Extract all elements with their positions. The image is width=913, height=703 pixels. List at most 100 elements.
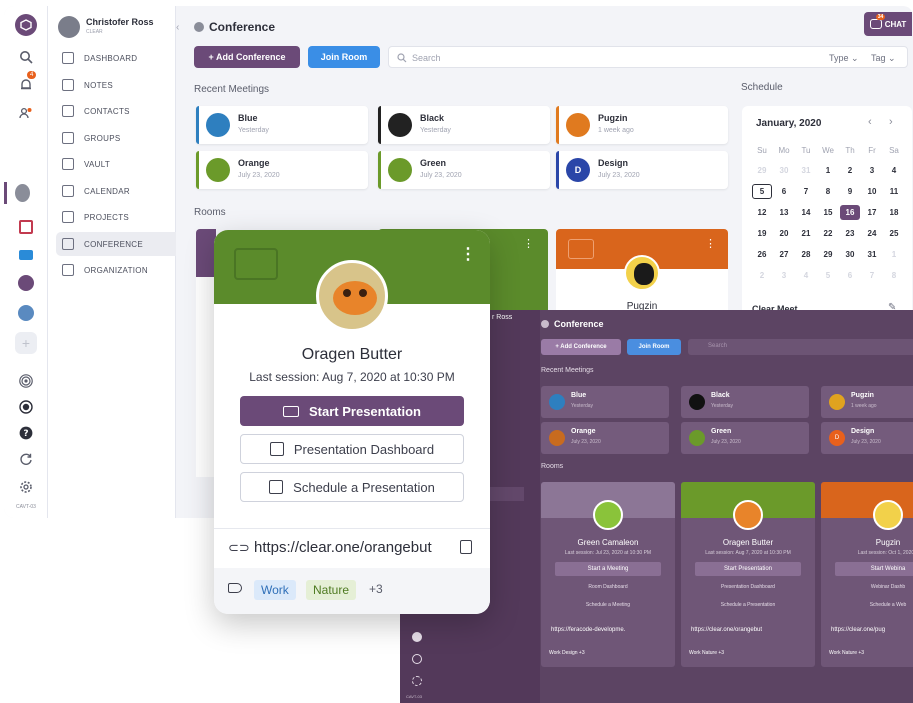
room-more-icon[interactable]: ⋮ — [523, 237, 534, 250]
dark-meeting-card[interactable]: D Design July 23, 2020 — [821, 422, 913, 454]
calendar-day[interactable]: 3 — [774, 271, 794, 280]
schedule-presentation-button[interactable]: Schedule a Presentation — [240, 472, 464, 502]
calendar-day[interactable]: 6 — [840, 271, 860, 280]
search-icon[interactable] — [15, 46, 37, 68]
tag-filter[interactable]: Tag ⌄ — [871, 53, 896, 64]
dark-room-card[interactable]: Green Camaleon Last session: Jul 23, 2020… — [541, 482, 675, 667]
dark-meeting-card[interactable]: Blue Yesterday — [541, 386, 669, 418]
dark-room-action-button[interactable]: Start Presentation — [695, 562, 801, 576]
calendar-day[interactable]: 23 — [840, 229, 860, 238]
sidebar-item-groups[interactable]: GROUPS — [56, 126, 176, 150]
dark-room-action-button[interactable]: Start a Meeting — [555, 562, 661, 576]
calendar-day[interactable]: 17 — [862, 208, 882, 217]
calendar-next-chevron-icon[interactable]: › — [889, 116, 893, 128]
presentation-dashboard-button[interactable]: Presentation Dashboard — [240, 434, 464, 464]
tag-work[interactable]: Work — [254, 580, 296, 600]
calendar-day[interactable]: 31 — [796, 166, 816, 175]
record-icon[interactable] — [15, 396, 37, 418]
dark-meeting-card[interactable]: Black Yesterday — [681, 386, 809, 418]
settings-gear-icon[interactable] — [15, 476, 37, 498]
search-bar[interactable]: Search Type ⌄ Tag ⌄ — [388, 46, 908, 68]
calendar-day[interactable]: 5 — [752, 184, 772, 199]
calendar-day[interactable]: 30 — [774, 166, 794, 175]
calendar-day[interactable]: 26 — [752, 250, 772, 259]
people-icon[interactable] — [15, 102, 37, 124]
calendar-day[interactable]: 4 — [884, 166, 904, 175]
recent-meeting-card[interactable]: Orange July 23, 2020 — [196, 151, 368, 189]
calendar-day[interactable]: 19 — [752, 229, 772, 238]
recent-meeting-card[interactable]: Green July 23, 2020 — [378, 151, 550, 189]
calendar-day[interactable]: 24 — [862, 229, 882, 238]
room-card-pugzin[interactable]: ⋮ Pugzin — [556, 229, 728, 315]
rail-app-4-icon[interactable] — [15, 302, 37, 324]
join-room-button[interactable]: Join Room — [308, 46, 380, 68]
calendar-day[interactable]: 2 — [840, 166, 860, 175]
calendar-day[interactable]: 18 — [884, 208, 904, 217]
dark-room-card[interactable]: Oragen Butter Last session: Aug 7, 2020 a… — [681, 482, 815, 667]
dark-room-schedule-link[interactable]: Schedule a Web — [821, 602, 913, 608]
sidebar-item-organization[interactable]: ORGANIZATION — [56, 258, 176, 282]
dark-room-action-button[interactable]: Start Webina — [835, 562, 913, 576]
rail-app-2-icon[interactable] — [15, 244, 37, 266]
rail-avatar[interactable] — [4, 182, 30, 204]
calendar-day[interactable]: 3 — [862, 166, 882, 175]
type-filter[interactable]: Type ⌄ — [829, 53, 859, 64]
calendar-day[interactable]: 1 — [818, 166, 838, 175]
notifications-icon[interactable]: 4 — [15, 71, 37, 96]
calendar-prev-chevron-icon[interactable]: ‹ — [868, 116, 872, 128]
broadcast-icon[interactable] — [15, 370, 37, 392]
calendar-day[interactable]: 7 — [862, 271, 882, 280]
dark-room-schedule-link[interactable]: Schedule a Meeting — [541, 602, 675, 608]
calendar-day[interactable]: 28 — [796, 250, 816, 259]
tag-nature[interactable]: Nature — [306, 580, 357, 600]
refresh-icon[interactable] — [15, 448, 37, 470]
dark-help-icon[interactable] — [412, 632, 422, 642]
dark-settings-icon[interactable] — [412, 676, 422, 686]
help-icon[interactable]: ? — [15, 422, 37, 444]
dark-room-card[interactable]: Pugzin Last session: Oct 1, 2020 a Start W… — [821, 482, 913, 667]
room-url[interactable]: https://clear.one/orangebut — [254, 539, 432, 556]
user-avatar[interactable] — [58, 16, 80, 38]
calendar-day[interactable]: 9 — [840, 187, 860, 196]
sidebar-item-vault[interactable]: VAULT — [56, 152, 176, 176]
dark-join-room-button[interactable]: Join Room — [627, 339, 681, 355]
dark-room-url[interactable]: https://feracode-developme. — [551, 627, 625, 633]
calendar-day[interactable]: 16 — [840, 205, 860, 220]
calendar-day[interactable]: 12 — [752, 208, 772, 217]
rail-app-1-icon[interactable] — [15, 216, 37, 238]
dark-room-url[interactable]: https://clear.one/pug — [831, 627, 885, 633]
room-more-icon[interactable]: ⋮ — [705, 237, 716, 250]
start-presentation-button[interactable]: Start Presentation — [240, 396, 464, 426]
calendar-day[interactable]: 1 — [884, 250, 904, 259]
calendar-day[interactable]: 5 — [818, 271, 838, 280]
dark-meeting-card[interactable]: Green July 23, 2020 — [681, 422, 809, 454]
dark-room-dashboard-link[interactable]: Webinar Dashb — [821, 584, 913, 590]
sidebar-item-conference[interactable]: CONFERENCE — [56, 232, 176, 256]
recent-meeting-card[interactable]: D Design July 23, 2020 — [556, 151, 728, 189]
calendar-day[interactable]: 14 — [796, 208, 816, 217]
recent-meeting-card[interactable]: Pugzin 1 week ago — [556, 106, 728, 144]
collapse-sidebar-chevron-icon[interactable]: ‹ — [176, 22, 179, 33]
sidebar-item-dashboard[interactable]: DASHBOARD — [56, 46, 176, 70]
dark-room-schedule-link[interactable]: Schedule a Presentation — [681, 602, 815, 608]
rail-app-3-icon[interactable] — [15, 272, 37, 294]
calendar-day[interactable]: 6 — [774, 187, 794, 196]
calendar-day[interactable]: 10 — [862, 187, 882, 196]
dark-room-dashboard-link[interactable]: Room Dashboard — [541, 584, 675, 590]
sidebar-item-calendar[interactable]: CALENDAR — [56, 179, 176, 203]
dark-meeting-card[interactable]: Orange July 23, 2020 — [541, 422, 669, 454]
add-conference-button[interactable]: + Add Conference — [194, 46, 300, 68]
calendar-day[interactable]: 31 — [862, 250, 882, 259]
popup-more-icon[interactable]: ⋮ — [460, 244, 476, 264]
calendar-day[interactable]: 22 — [818, 229, 838, 238]
add-workspace-icon[interactable]: + — [15, 332, 37, 354]
calendar-day[interactable]: 29 — [818, 250, 838, 259]
calendar-day[interactable]: 29 — [752, 166, 772, 175]
calendar-day[interactable]: 20 — [774, 229, 794, 238]
copy-icon[interactable] — [460, 540, 472, 554]
app-logo-icon[interactable] — [15, 14, 37, 36]
recent-meeting-card[interactable]: Black Yesterday — [378, 106, 550, 144]
calendar-day[interactable]: 4 — [796, 271, 816, 280]
recent-meeting-card[interactable]: Blue Yesterday — [196, 106, 368, 144]
dark-meeting-card[interactable]: Pugzin 1 week ago — [821, 386, 913, 418]
